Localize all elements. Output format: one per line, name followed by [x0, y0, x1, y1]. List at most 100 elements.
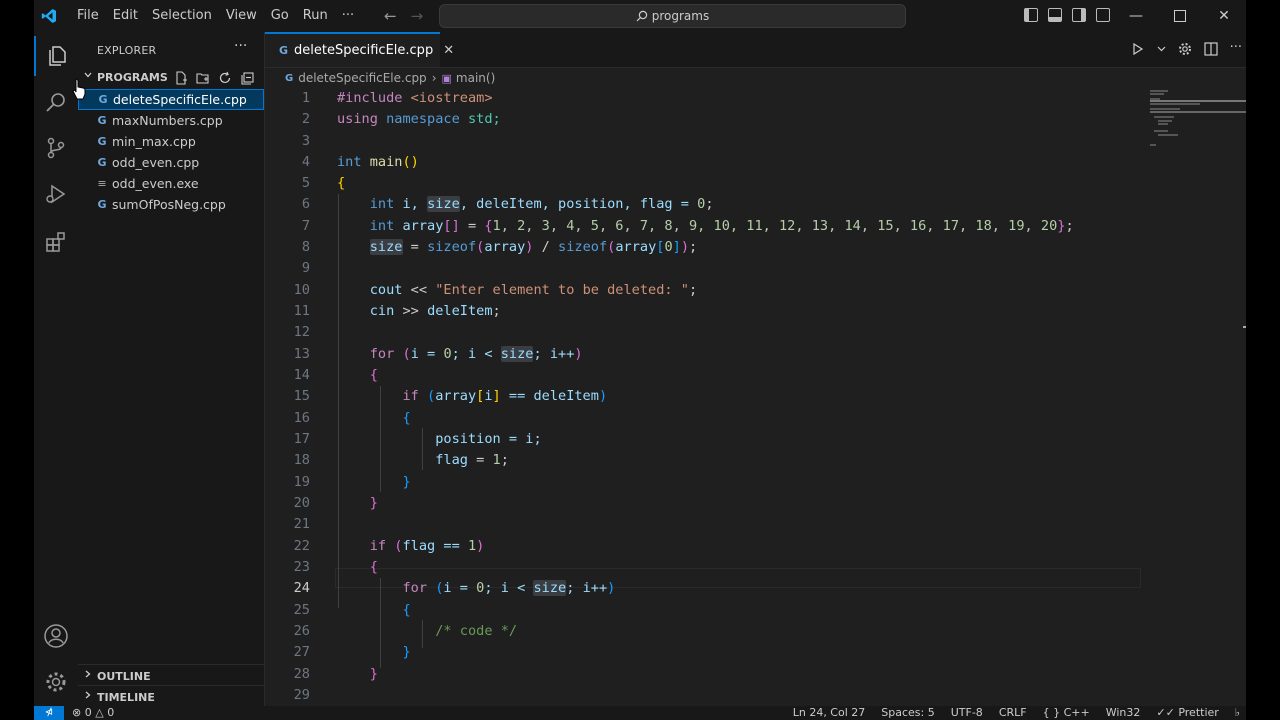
code-line: int i, size, deleItem, position, flag = …: [369, 196, 714, 212]
file-item-sumofposneg[interactable]: G sumOfPosNeg.cpp: [78, 194, 264, 215]
line-number: 10: [293, 282, 310, 298]
file-item-min-max[interactable]: G min_max.cpp: [78, 131, 264, 152]
problems-indicator[interactable]: ⊗ 0 △ 0: [72, 706, 114, 719]
cursor-position[interactable]: Ln 24, Col 27: [793, 706, 866, 719]
breadcrumb-file[interactable]: deleteSpecificEle.cpp: [298, 71, 426, 85]
line-number: 12: [293, 324, 310, 340]
close-tab-icon[interactable]: ✕: [443, 43, 454, 58]
new-folder-icon[interactable]: [196, 71, 210, 85]
end-of-line[interactable]: CRLF: [999, 706, 1027, 719]
cpp-file-icon: G: [97, 114, 107, 127]
notifications-bell-icon[interactable]: ♭: [1235, 706, 1240, 719]
breadcrumb: G deleteSpecificEle.cpp › ▣ main(): [265, 68, 495, 88]
line-number: 1: [301, 90, 310, 106]
code-line: using namespace std;: [337, 111, 501, 127]
file-item-maxnumbers[interactable]: G maxNumbers.cpp: [78, 110, 264, 131]
line-number: 28: [293, 666, 310, 682]
breadcrumb-symbol[interactable]: main(): [456, 71, 495, 85]
explorer-icon[interactable]: [34, 36, 78, 76]
command-center-text: programs: [651, 9, 710, 23]
line-number: 29: [293, 687, 310, 703]
maximize-icon[interactable]: [1158, 0, 1202, 32]
code-line: #include <iostream>: [337, 90, 493, 106]
line-number: 6: [301, 196, 310, 212]
line-number: 22: [293, 538, 310, 554]
code-editor[interactable]: 1 2 3 4 5 6 7 8 9 10 11 12 13 14 15 16 1…: [265, 88, 1145, 708]
code-line: for (i = 0; i < size; i++): [402, 580, 616, 596]
prettier-status[interactable]: ✓✓ Prettier: [1156, 706, 1218, 719]
status-bar: ⋪ ⊗ 0 △ 0 Ln 24, Col 27 Spaces: 5 UTF-8 …: [34, 706, 1246, 720]
encoding[interactable]: UTF-8: [951, 706, 983, 719]
line-number: 13: [293, 346, 310, 362]
file-item-odd-even[interactable]: G odd_even.cpp: [78, 152, 264, 173]
line-number: 11: [293, 303, 310, 319]
line-number: 25: [293, 602, 310, 618]
vscode-logo-icon: [36, 0, 62, 32]
file-item-odd-even-exe[interactable]: ≡ odd_even.exe: [78, 173, 264, 194]
error-icon: ⊗: [72, 706, 82, 719]
menu-view[interactable]: View: [219, 0, 264, 32]
run-code-icon[interactable]: [1131, 42, 1145, 56]
line-number: 7: [301, 218, 310, 234]
language-label: C++: [1063, 706, 1090, 719]
more-actions-icon[interactable]: ···: [234, 38, 247, 54]
menu-go[interactable]: Go: [264, 0, 296, 32]
more-actions-icon[interactable]: ···: [1230, 41, 1242, 56]
code-line: position = i;: [435, 431, 542, 447]
programs-folder-header[interactable]: PROGRAMS: [78, 68, 264, 86]
right-letterbox: [1246, 0, 1280, 720]
double-check-icon: ✓✓: [1156, 706, 1175, 719]
collapse-all-icon[interactable]: [240, 71, 254, 85]
code-line: flag = 1;: [435, 452, 509, 468]
toggle-panel-icon[interactable]: [1048, 8, 1062, 22]
back-arrow-icon[interactable]: ←: [384, 7, 397, 25]
language-mode[interactable]: { } C++: [1043, 706, 1090, 719]
title-bar: File Edit Selection View Go Run ··· ← → …: [34, 0, 1246, 32]
line-number: 17: [293, 431, 310, 447]
line-number: 24: [293, 580, 310, 596]
command-center-search[interactable]: programs: [439, 4, 906, 28]
line-number: 14: [293, 367, 310, 383]
code-line: }: [402, 474, 411, 490]
file-item-deletespecificele[interactable]: G deleteSpecificEle.cpp: [78, 89, 264, 110]
line-number: 20: [293, 495, 310, 511]
toggle-secondary-sidebar-icon[interactable]: [1072, 8, 1086, 22]
line-number: 3: [301, 133, 310, 149]
code-line: for (i = 0; i < size; i++): [369, 346, 583, 362]
customize-layout-icon[interactable]: [1096, 8, 1110, 22]
manage-gear-icon[interactable]: [34, 662, 78, 702]
outline-section[interactable]: OUTLINE: [78, 664, 264, 686]
menu-run[interactable]: Run: [296, 0, 335, 32]
toggle-sidebar-icon[interactable]: [1024, 8, 1038, 22]
source-control-icon[interactable]: [34, 128, 78, 168]
platform[interactable]: Win32: [1106, 706, 1141, 719]
new-file-icon[interactable]: [174, 71, 188, 85]
extensions-icon[interactable]: [34, 222, 78, 262]
split-editor-icon[interactable]: [1203, 42, 1218, 56]
error-count: 0: [84, 706, 92, 719]
indentation[interactable]: Spaces: 5: [881, 706, 934, 719]
settings-gear-icon[interactable]: [1178, 42, 1192, 56]
code-line: /* code */: [435, 623, 518, 639]
forward-arrow-icon[interactable]: →: [411, 7, 424, 25]
menu-edit[interactable]: Edit: [106, 0, 145, 32]
chevron-right-icon: [83, 690, 93, 703]
tab-deletespecificele[interactable]: G deleteSpecificEle.cpp ✕: [265, 32, 454, 67]
chevron-down-icon[interactable]: [1157, 42, 1166, 56]
timeline-section[interactable]: TIMELINE: [78, 685, 264, 707]
warning-icon: △: [95, 706, 104, 719]
code-line: {: [337, 175, 346, 191]
account-icon[interactable]: [34, 616, 78, 656]
folder-actions: [174, 71, 254, 85]
code-line: size = sizeof(array) / sizeof(array[0]);: [369, 239, 698, 255]
menu-more[interactable]: ···: [335, 0, 361, 32]
menu-file[interactable]: File: [70, 0, 106, 32]
minimize-icon[interactable]: —: [1114, 0, 1158, 32]
run-debug-icon[interactable]: [34, 174, 78, 214]
remote-indicator-icon[interactable]: ⋪: [34, 706, 64, 720]
menu-selection[interactable]: Selection: [145, 0, 219, 32]
line-number: 4: [301, 154, 310, 170]
refresh-icon[interactable]: [218, 71, 232, 85]
minimap[interactable]: [1146, 88, 1246, 168]
close-window-icon[interactable]: ✕: [1202, 0, 1246, 32]
